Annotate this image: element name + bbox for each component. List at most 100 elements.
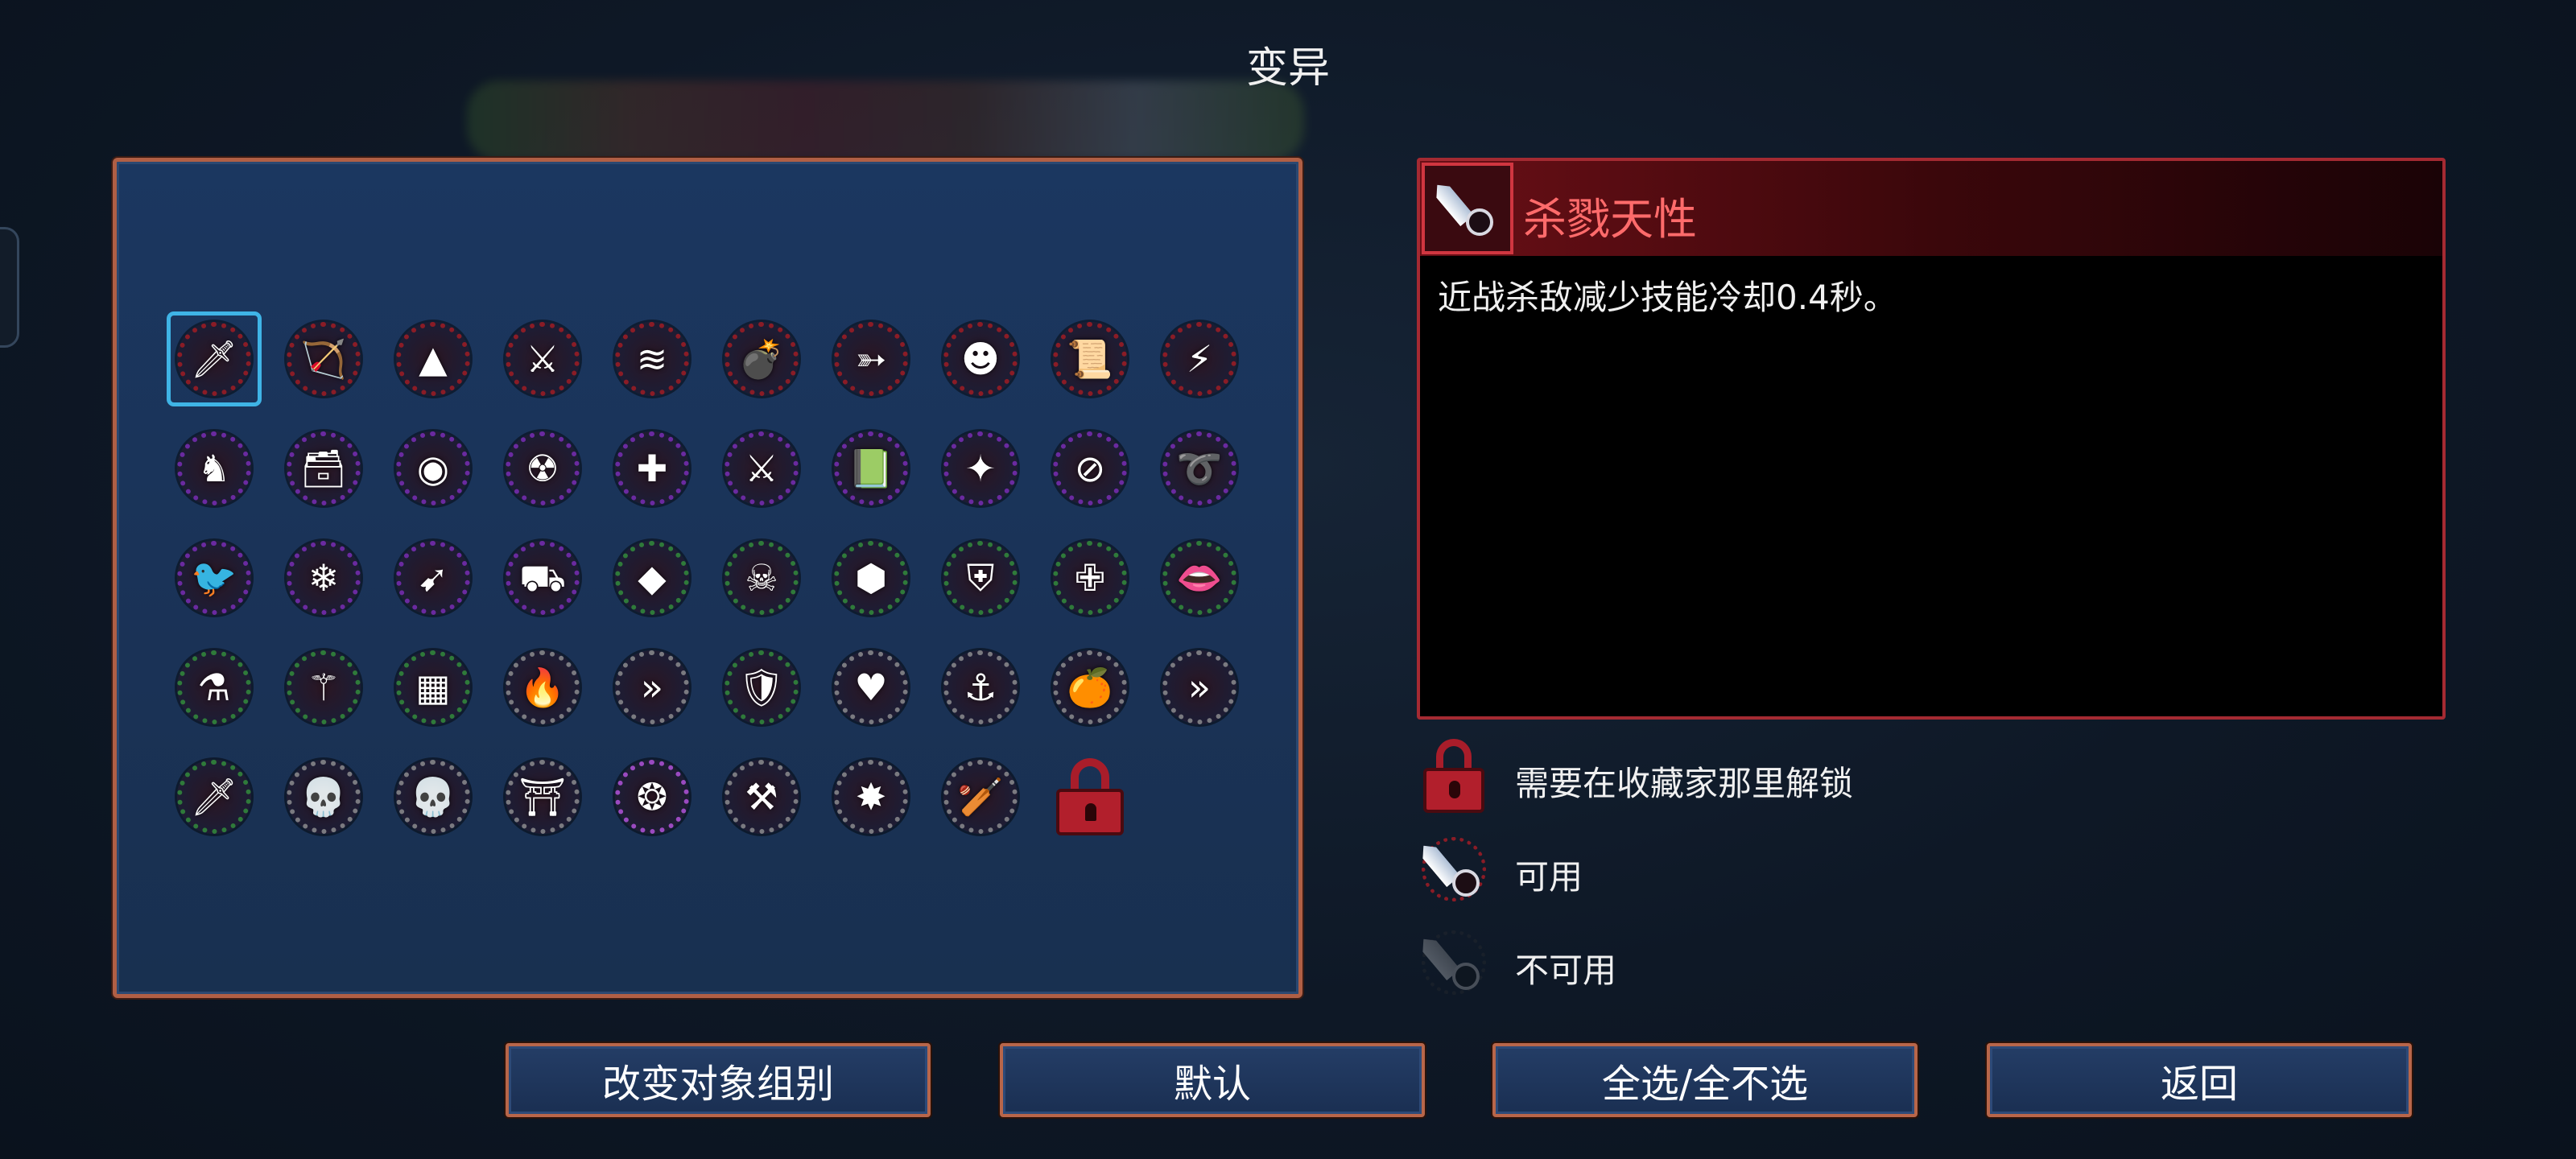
green-scroll-icon: 📗 [848,447,894,490]
mutation-cell[interactable]: ⚒ [718,753,805,840]
bow-icon: 🏹 [300,337,347,381]
mutation-cell[interactable]: 🗡 [171,753,258,840]
mutation-cell[interactable]: 🗡 [167,311,262,406]
mutation-cell[interactable]: ✚ [609,425,696,512]
detail-description: 近战杀敌减少技能冷却0.4秒。 [1438,278,1897,317]
mutation-cell[interactable]: ✸ [828,753,914,840]
mutation-cell[interactable]: ✦ [937,425,1024,512]
mutation-cell[interactable]: 📗 [828,425,914,512]
sword-icon: 🗡 [190,337,238,381]
select-all-button[interactable]: 全选/全不选 [1492,1043,1918,1117]
detail-title: 杀戮天性 [1523,194,1697,245]
purple-gem-icon: ◆ [638,556,667,600]
mutation-cell[interactable]: 🛡 [718,644,805,731]
claw-marks-icon: ≋ [636,337,668,381]
mutation-cell[interactable]: ⚔ [499,316,586,402]
mutation-cell[interactable]: ❂ [609,753,696,840]
mutation-cell[interactable]: ☢ [499,425,586,512]
green-cross-shield-icon: ✙ [1074,556,1106,600]
mutation-cell[interactable]: ⚡ [1156,316,1243,402]
mutation-cell[interactable]: ♥ [828,644,914,731]
mutation-cell[interactable]: 💣 [718,316,805,402]
mutation-cell[interactable]: 🏹 [280,316,367,402]
blue-bird-icon: 🐦 [191,556,237,600]
mutation-cell[interactable]: ➳ [828,316,914,402]
mutation-cell[interactable]: ⛨ [937,534,1024,621]
orange-potion-icon: 🍊 [1067,666,1113,709]
triangle-eye-icon: ▲ [419,337,448,381]
mutation-cell[interactable]: ➹ [390,534,477,621]
mutation-cell[interactable]: ≋ [609,316,696,402]
side-tab-handle[interactable] [0,227,19,348]
staff-icon: ⚚ [307,666,341,709]
purple-rune-icon: ❂ [636,775,668,819]
mutation-cell[interactable]: ❄ [280,534,367,621]
mutation-cell[interactable]: 🗃 [280,425,367,512]
mutation-cell[interactable]: ⊘ [1046,425,1133,512]
mutation-cell[interactable]: ◆ [609,534,696,621]
blue-gate-icon: ▦ [415,666,451,709]
orb-icon: ◉ [416,447,450,490]
mutation-cell[interactable]: ⚗ [171,644,258,731]
jester-bomb-icon: ☢ [526,447,559,490]
mutation-cell[interactable]: ♞ [171,425,258,512]
mutation-cell[interactable]: ☠ [718,534,805,621]
mutation-cell[interactable]: 🍊 [1046,644,1133,731]
double-chevron-gold-icon: » [1187,666,1212,709]
mutation-cell[interactable]: ⛩ [499,753,586,840]
blue-scroll-icon: 📜 [1067,337,1113,381]
legend-locked: 需要在收藏家那里解锁 [1420,737,2145,815]
padlock-icon [1056,758,1124,835]
chest-dagger-icon: 🗃 [299,447,348,490]
double-chevron-red-icon: » [640,666,664,709]
golden-hook-icon: ⚓ [964,666,997,709]
back-button[interactable]: 返回 [1987,1043,2412,1117]
mutation-cell[interactable]: ⛟ [499,534,586,621]
vampire-fangs-icon: 👄 [1176,556,1223,600]
ice-gate-icon: ⛩ [518,775,567,819]
crossbow-icon: ➹ [417,556,449,600]
chest-shield-icon: 🛡 [737,666,786,709]
legend-locked-text: 需要在收藏家那里解锁 [1515,764,1854,803]
mutation-cell[interactable]: 🔥 [499,644,586,731]
mutation-cell[interactable] [1046,753,1133,840]
mutation-cell[interactable]: ⚔ [718,425,805,512]
mutation-cell[interactable]: ▲ [390,316,477,402]
green-dagger-icon: 🗡 [190,775,238,819]
mutation-cell[interactable]: ✙ [1046,534,1133,621]
detail-sword-icon [1422,163,1513,254]
legend-unavailable-text: 不可用 [1515,951,1617,990]
mutation-cell[interactable]: ⚓ [937,644,1024,731]
red-cross-icon: ✚ [636,447,668,490]
blue-shield-icon: ⬢ [854,556,888,600]
mutation-cell[interactable]: ⬢ [828,534,914,621]
mutation-cell[interactable]: 👄 [1156,534,1243,621]
mutation-cell[interactable]: 💀 [280,753,367,840]
ice-scythe-icon: ⚔ [526,337,559,381]
red-mask-icon: ☻ [961,337,1000,381]
mutation-cell[interactable]: » [609,644,696,731]
green-skull-icon: 💀 [300,775,347,819]
mutation-cell[interactable]: 💀 [390,753,477,840]
mutation-cell[interactable]: 📜 [1046,316,1133,402]
mutation-cell[interactable]: 🐦 [171,534,258,621]
mutation-cell[interactable]: ▦ [390,644,477,731]
mutation-cell[interactable]: » [1156,644,1243,731]
blue-skull-icon: 💀 [410,775,456,819]
mutation-cell[interactable]: 🏏 [937,753,1024,840]
default-button[interactable]: 默认 [1000,1043,1425,1117]
mutation-cell[interactable]: ➰ [1156,425,1243,512]
fire-drop-icon: 🔥 [519,666,566,709]
mutation-cell[interactable]: ◉ [390,425,477,512]
mutation-cell[interactable]: ⚚ [280,644,367,731]
mutation-cell[interactable]: ☻ [937,316,1024,402]
golden-sunburst-icon: ✸ [855,775,887,819]
chest-gun-icon: ⛟ [519,556,566,600]
sword-icon [1420,831,1488,908]
background-icon-strip [467,80,1304,161]
potion-icon: ⚗ [197,666,231,709]
whip-icon: ➰ [1176,447,1223,490]
heart-shield-icon: ♥ [854,666,888,709]
change-group-button[interactable]: 改变对象组别 [506,1043,931,1117]
chained-club-icon: 🏏 [957,775,1004,819]
